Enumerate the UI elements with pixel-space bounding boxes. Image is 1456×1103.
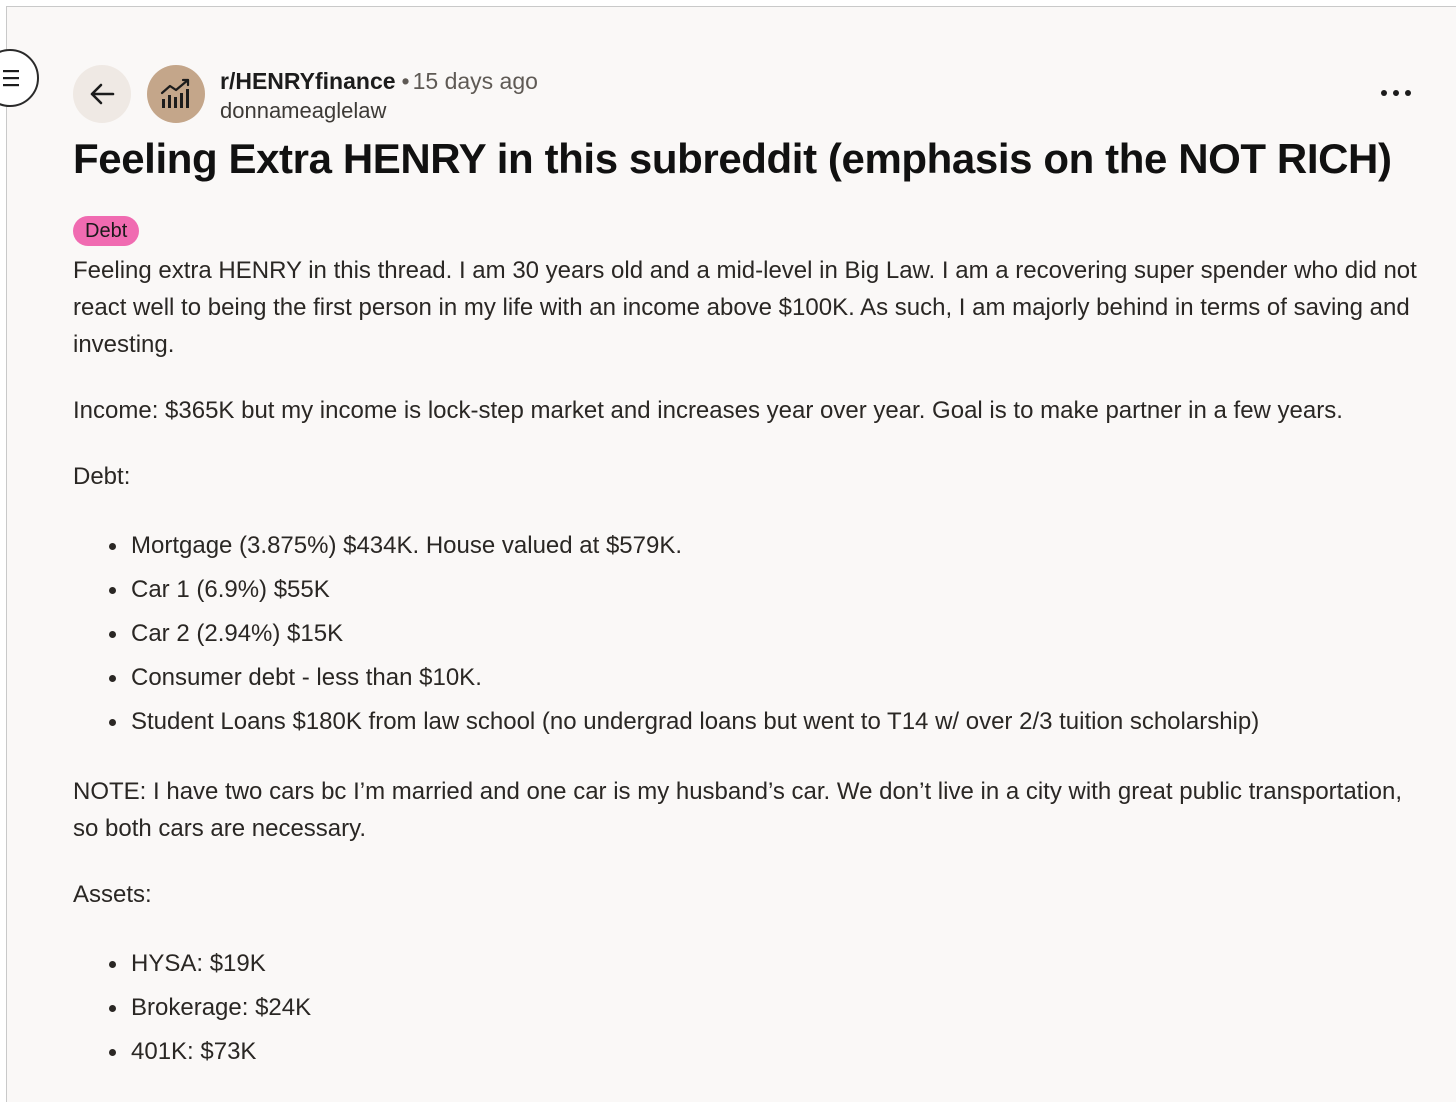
assets-heading: Assets: <box>73 881 152 908</box>
list-item: Consumer debt - less than $10K. <box>109 656 1423 700</box>
more-horizontal-icon <box>1405 90 1411 96</box>
post-meta: r/HENRYfinance • 15 days ago donnameaglela… <box>220 66 538 126</box>
list-item: Mortgage (3.875%) $434K. House valued at… <box>109 524 1423 568</box>
subreddit-avatar[interactable] <box>147 65 205 123</box>
bar-chart-icon <box>160 78 190 108</box>
body-paragraph-income: Income: $365K but my income is lock-step… <box>73 397 1343 424</box>
meta-separator: • <box>401 68 410 94</box>
post-title: Feeling Extra HENRY in this subreddit (e… <box>73 135 1392 182</box>
arrow-left-icon <box>90 83 115 105</box>
list-item: Car 1 (6.9%) $55K <box>109 568 1423 612</box>
list-item: Brokerage: $24K <box>109 986 1423 1030</box>
list-item: 401K: $73K <box>109 1030 1423 1074</box>
debt-heading: Debt: <box>73 463 131 490</box>
post-meta-row: r/HENRYfinance • 15 days ago <box>220 66 538 96</box>
author-link[interactable]: donnameaglelaw <box>220 96 538 126</box>
more-options-button[interactable] <box>1379 83 1413 103</box>
debt-list: Mortgage (3.875%) $434K. House valued at… <box>73 524 1423 744</box>
hamburger-menu-icon <box>3 70 19 87</box>
list-item: Student Loans $180K from law school (no … <box>109 700 1423 744</box>
post-flair[interactable]: Debt <box>73 216 140 246</box>
list-item: Car 2 (2.94%) $15K <box>109 612 1423 656</box>
body-paragraph-note: NOTE: I have two cars bc I’m married and… <box>73 778 1403 842</box>
more-horizontal-icon <box>1381 90 1387 96</box>
back-button[interactable] <box>73 65 131 123</box>
subreddit-link[interactable]: r/HENRYfinance <box>220 68 396 94</box>
sidebar-menu-button[interactable] <box>0 49 39 107</box>
list-item: HYSA: $19K <box>109 942 1423 986</box>
assets-list: HYSA: $19K Brokerage: $24K 401K: $73K <box>73 942 1423 1074</box>
post-time: 15 days ago <box>412 68 538 94</box>
more-horizontal-icon <box>1393 90 1399 96</box>
body-paragraph-intro: Feeling extra HENRY in this thread. I am… <box>73 257 1417 358</box>
post-page: r/HENRYfinance • 15 days ago donnameaglela… <box>0 6 1456 1103</box>
post-body: Feeling extra HENRY in this thread. I am… <box>73 252 1423 1103</box>
